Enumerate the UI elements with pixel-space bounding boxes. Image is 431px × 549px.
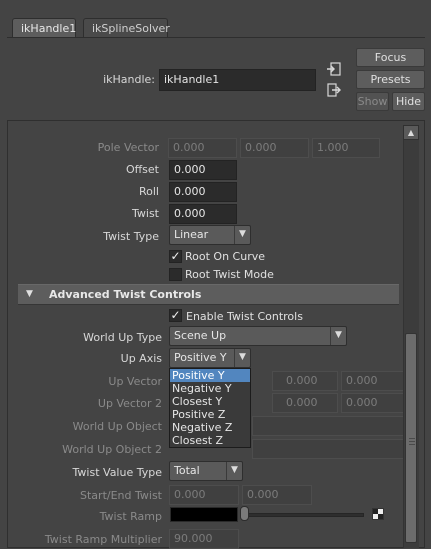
offset-label: Offset xyxy=(125,163,159,176)
twist-ramp-multiplier-field[interactable]: 90.000 xyxy=(169,529,239,549)
offset-field[interactable]: 0.000 xyxy=(169,160,237,180)
node-name-field[interactable]: ikHandle1 xyxy=(159,69,316,91)
twist-value-type-dropdown[interactable]: Total ▼ xyxy=(169,461,243,481)
chevron-down-icon: ▼ xyxy=(234,349,250,367)
up-vector-y-field[interactable]: 0.000 xyxy=(272,371,338,391)
pole-vector-x-field[interactable]: 0.000 xyxy=(168,138,237,158)
scroll-up-arrow-icon[interactable]: ▲ xyxy=(403,125,419,140)
world-up-object-label: World Up Object xyxy=(72,420,162,433)
grip-line xyxy=(409,441,415,442)
input-connection-icon[interactable] xyxy=(327,62,341,76)
up-vector-2-y-field[interactable]: 0.000 xyxy=(272,393,338,413)
tab-divider xyxy=(7,37,425,38)
up-vector-label: Up Vector xyxy=(108,375,162,388)
up-vector-z-field[interactable]: 0.000 xyxy=(341,371,409,391)
root-on-curve-checkbox[interactable]: ✓ xyxy=(169,250,182,263)
scrollbar-thumb[interactable] xyxy=(405,333,417,543)
option-positive-y[interactable]: Positive Y xyxy=(170,369,250,382)
start-end-twist-label: Start/End Twist xyxy=(80,489,162,502)
root-twist-mode-label: Root Twist Mode xyxy=(185,268,274,281)
twist-label: Twist xyxy=(132,207,159,220)
option-negative-z[interactable]: Negative Z xyxy=(170,421,250,434)
root-on-curve-label: Root On Curve xyxy=(185,250,265,263)
collapse-triangle-icon: ▼ xyxy=(26,289,33,299)
dropdown-value: Total xyxy=(174,464,200,477)
end-twist-field[interactable]: 0.000 xyxy=(242,485,312,505)
root-twist-mode-checkbox[interactable] xyxy=(169,268,182,281)
section-title: Advanced Twist Controls xyxy=(49,288,202,301)
start-twist-field[interactable]: 0.000 xyxy=(169,485,239,505)
world-up-type-label: World Up Type xyxy=(83,331,162,344)
option-closest-y[interactable]: Closest Y xyxy=(170,395,250,408)
twist-ramp-color-swatch[interactable] xyxy=(170,507,238,522)
roll-label: Roll xyxy=(139,185,159,198)
node-name-label: ikHandle: xyxy=(103,73,155,86)
pole-vector-y-field[interactable]: 0.000 xyxy=(240,138,309,158)
pole-vector-label: Pole Vector xyxy=(97,141,159,154)
tab-iksplinesolver[interactable]: ikSplineSolver xyxy=(83,18,170,38)
grip-line xyxy=(409,438,415,439)
tab-ikhandle1[interactable]: ikHandle1 xyxy=(12,18,76,38)
enable-twist-controls-label: Enable Twist Controls xyxy=(186,310,303,323)
option-positive-z[interactable]: Positive Z xyxy=(170,408,250,421)
world-up-type-dropdown[interactable]: Scene Up ▼ xyxy=(169,326,347,346)
output-connection-icon[interactable] xyxy=(327,83,341,97)
twist-type-label: Twist Type xyxy=(103,230,159,243)
twist-ramp-multiplier-label: Twist Ramp Multiplier xyxy=(44,533,162,546)
advanced-twist-section-header[interactable]: ▼ Advanced Twist Controls xyxy=(18,284,399,305)
option-negative-y[interactable]: Negative Y xyxy=(170,382,250,395)
twist-value-type-label: Twist Value Type xyxy=(72,466,162,479)
pole-vector-z-field[interactable]: 1.000 xyxy=(312,138,380,158)
dropdown-value: Positive Y xyxy=(174,351,227,364)
up-vector-2-z-field[interactable]: 0.000 xyxy=(341,393,409,413)
up-axis-label: Up Axis xyxy=(120,352,162,365)
up-axis-options-list: Positive Y Negative Y Closest Y Positive… xyxy=(169,368,251,448)
twist-field[interactable]: 0.000 xyxy=(169,204,237,224)
focus-button[interactable]: Focus xyxy=(356,48,425,67)
option-closest-z[interactable]: Closest Z xyxy=(170,434,250,447)
world-up-object-field[interactable] xyxy=(252,416,409,436)
roll-field[interactable]: 0.000 xyxy=(169,182,237,202)
presets-button[interactable]: Presets xyxy=(356,70,425,89)
up-vector-2-label: Up Vector 2 xyxy=(97,397,162,410)
map-texture-icon[interactable] xyxy=(372,508,384,520)
twist-type-dropdown[interactable]: Linear ▼ xyxy=(169,225,251,245)
show-button[interactable]: Show xyxy=(356,92,389,111)
tab-label: ikHandle1 xyxy=(21,22,77,35)
chevron-down-icon: ▼ xyxy=(234,226,250,244)
twist-ramp-label: Twist Ramp xyxy=(99,510,162,523)
tab-label: ikSplineSolver xyxy=(92,22,170,35)
world-up-object-2-field[interactable] xyxy=(252,439,409,459)
twist-ramp-slider-track[interactable] xyxy=(246,513,364,517)
twist-ramp-slider-handle[interactable] xyxy=(240,506,249,521)
hide-button[interactable]: Hide xyxy=(392,92,425,111)
chevron-down-icon: ▼ xyxy=(226,462,242,480)
enable-twist-controls-checkbox[interactable]: ✓ xyxy=(169,309,182,322)
grip-line xyxy=(409,444,415,445)
chevron-down-icon: ▼ xyxy=(330,327,346,345)
world-up-object-2-label: World Up Object 2 xyxy=(62,443,162,456)
dropdown-value: Scene Up xyxy=(174,329,227,342)
up-axis-dropdown[interactable]: Positive Y ▼ xyxy=(169,348,251,368)
dropdown-value: Linear xyxy=(174,228,209,241)
